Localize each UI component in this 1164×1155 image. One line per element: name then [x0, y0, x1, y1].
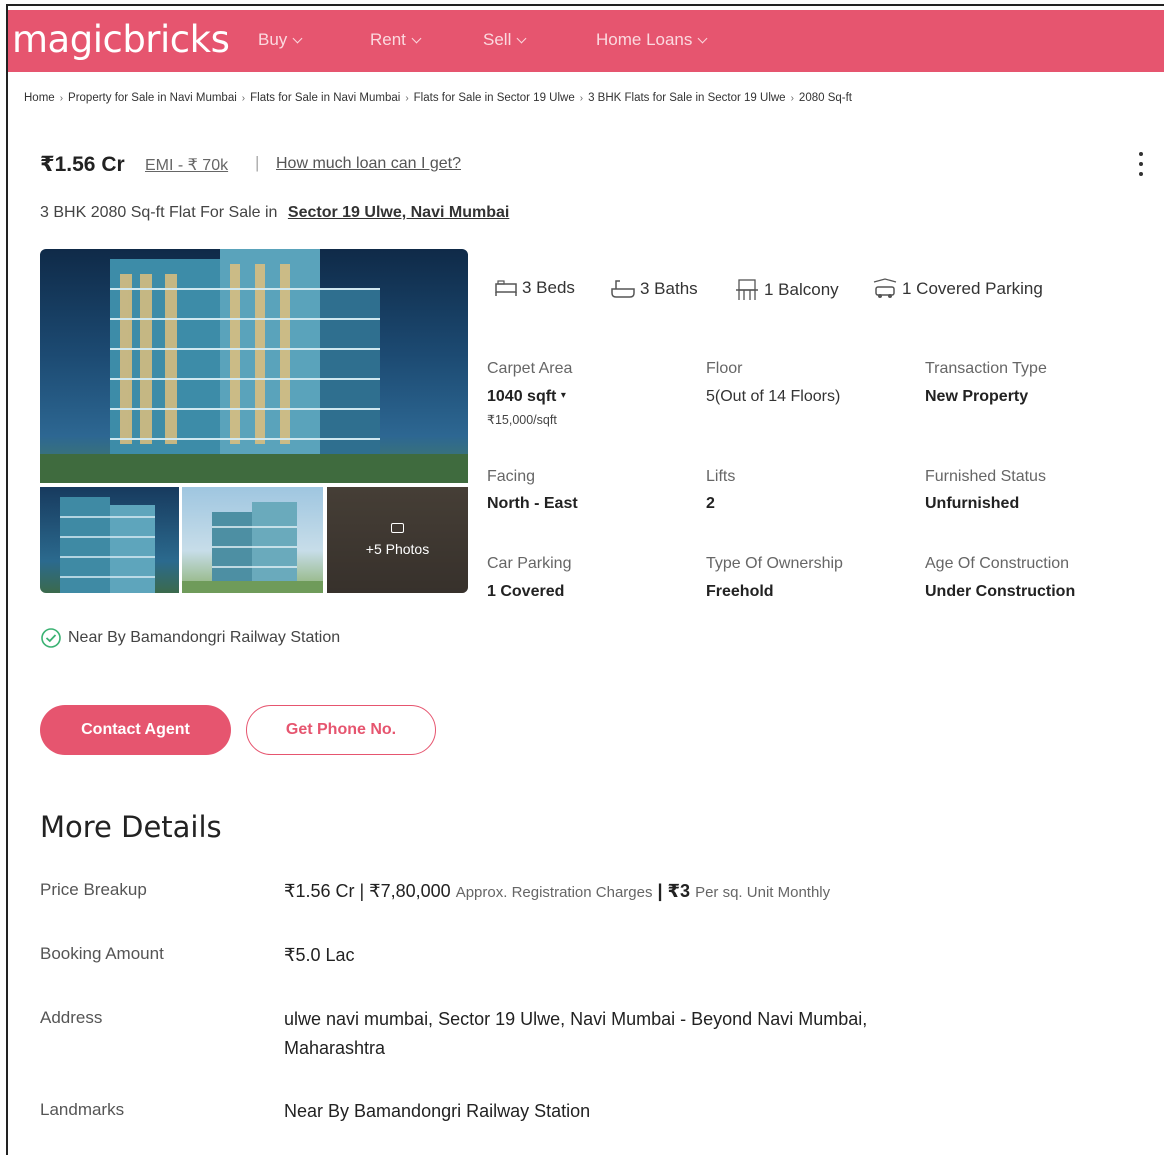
furnished-status-value: Unfurnished	[925, 495, 1020, 512]
more-photos-label: +5 Photos	[365, 541, 430, 557]
nav-sell[interactable]: Sell	[483, 30, 527, 50]
loan-eligibility-link[interactable]: How much loan can I get?	[276, 155, 461, 173]
address-label: Address	[40, 1008, 103, 1027]
maintenance-note: Per sq. Unit Monthly	[695, 884, 831, 901]
breadcrumb-item[interactable]: Flats for Sale in Navi Mumbai	[250, 92, 400, 104]
chevron-down-icon	[516, 33, 527, 43]
address-line-2: Maharashtra	[284, 1038, 386, 1058]
chevron-down-icon	[292, 33, 303, 43]
main-property-photo[interactable]	[40, 249, 468, 483]
age-of-construction-value: Under Construction	[925, 583, 1076, 600]
breadcrumb-item[interactable]: 3 BHK Flats for Sale in Sector 19 Ulwe	[588, 92, 786, 104]
beds-label: 3 Beds	[522, 278, 575, 297]
landmarks-label: Landmarks	[40, 1100, 125, 1119]
gallery-thumbnail[interactable]	[182, 487, 323, 593]
more-options-icon[interactable]	[1136, 152, 1146, 180]
building-illustration-icon	[60, 497, 155, 593]
chevron-down-icon	[411, 33, 422, 43]
amenity-beds: 3 Beds	[494, 278, 575, 298]
ownership-label: Type Of Ownership	[706, 555, 843, 572]
breadcrumb-home[interactable]: Home	[24, 92, 55, 104]
building-illustration-icon	[182, 502, 323, 593]
price-breakup-value: ₹1.56 Cr | ₹7,80,000 Approx. Registratio…	[284, 881, 830, 902]
lifts-label: Lifts	[706, 468, 736, 485]
breadcrumb: Home › Property for Sale in Navi Mumbai …	[24, 92, 852, 104]
nav-rent-label: Rent	[370, 30, 406, 49]
divider: |	[255, 153, 260, 172]
carpet-area-label: Carpet Area	[487, 360, 573, 377]
booking-amount-value: ₹5.0 Lac	[284, 945, 355, 965]
breadcrumb-separator-icon: ›	[405, 92, 409, 104]
listing-title: 3 BHK 2080 Sq-ft Flat For Sale in Sector…	[40, 204, 509, 222]
breadcrumb-item[interactable]: Flats for Sale in Sector 19 Ulwe	[414, 92, 575, 104]
balcony-icon	[736, 279, 758, 300]
amenity-balcony: 1 Balcony	[734, 278, 839, 302]
price-per-sqft: ₹15,000/sqft	[487, 413, 557, 427]
address-line-1: ulwe navi mumbai, Sector 19 Ulwe, Navi M…	[284, 1009, 868, 1029]
amenity-parking: 1 Covered Parking	[872, 278, 1043, 300]
age-of-construction-label: Age Of Construction	[925, 555, 1070, 572]
emi-link[interactable]: EMI - ₹ 70k	[145, 155, 228, 175]
ownership-value: Freehold	[706, 583, 774, 600]
lifts-value: 2	[706, 495, 715, 512]
facing-label: Facing	[487, 468, 536, 485]
bed-icon	[495, 280, 517, 296]
facing-value: North - East	[487, 495, 578, 512]
nav-home-loans[interactable]: Home Loans	[596, 30, 708, 50]
page-frame	[6, 4, 1164, 1155]
furnished-status-label: Furnished Status	[925, 468, 1046, 485]
registration-note: Approx. Registration Charges	[455, 884, 653, 901]
more-details-heading: More Details	[40, 810, 222, 844]
contact-agent-button[interactable]: Contact Agent	[40, 705, 231, 755]
bathtub-icon	[611, 280, 635, 298]
floor-value: 5(Out of 14 Floors)	[706, 388, 841, 405]
breadcrumb-item[interactable]: Property for Sale in Navi Mumbai	[68, 92, 237, 104]
breadcrumb-separator-icon: ›	[59, 92, 64, 104]
site-header: magicbricks Buy Rent Sell Home Loans	[8, 10, 1164, 72]
breadcrumb-separator-icon: ›	[790, 92, 794, 104]
check-circle-icon	[41, 628, 61, 648]
nav-rent[interactable]: Rent	[370, 30, 422, 50]
car-parking-value: 1 Covered	[487, 583, 565, 600]
booking-amount-label: Booking Amount	[40, 944, 164, 963]
transaction-type-label: Transaction Type	[925, 360, 1047, 377]
nearby-highlight: Near By Bamandongri Railway Station	[40, 627, 340, 649]
get-phone-button[interactable]: Get Phone No.	[246, 705, 436, 755]
balcony-label: 1 Balcony	[764, 280, 839, 299]
amenity-baths: 3 Baths	[610, 278, 698, 300]
breadcrumb-current: 2080 Sq-ft	[798, 92, 852, 104]
listing-title-text: 3 BHK 2080 Sq-ft Flat For Sale in	[40, 204, 278, 221]
gallery-more-photos[interactable]: +5 Photos	[327, 487, 468, 593]
nav-buy-label: Buy	[258, 30, 288, 49]
car-parking-icon	[873, 278, 897, 298]
floor-label: Floor	[706, 360, 743, 377]
photo-icon	[391, 523, 404, 533]
baths-label: 3 Baths	[640, 279, 698, 298]
site-logo[interactable]: magicbricks	[12, 18, 230, 61]
price-breakup-amount: ₹1.56 Cr | ₹7,80,000	[284, 881, 451, 901]
chevron-down-icon	[697, 33, 708, 43]
breadcrumb-separator-icon: ›	[579, 92, 584, 104]
transaction-type-value: New Property	[925, 388, 1029, 405]
nav-home-loans-label: Home Loans	[596, 30, 693, 49]
nav-buy[interactable]: Buy	[258, 30, 303, 50]
breadcrumb-separator-icon: ›	[241, 92, 246, 104]
building-illustration-icon	[40, 249, 468, 483]
landmarks-value: Near By Bamandongri Railway Station	[284, 1101, 591, 1121]
caret-down-icon: ▾	[560, 390, 566, 401]
listing-price: ₹1.56 Cr	[40, 153, 125, 176]
price-breakup-label: Price Breakup	[40, 880, 147, 899]
nearby-text: Near By Bamandongri Railway Station	[68, 629, 341, 646]
gallery-thumbnail[interactable]	[40, 487, 179, 593]
carpet-area-value-text: 1040 sqft	[487, 388, 557, 405]
carpet-area-value[interactable]: 1040 sqft ▾	[487, 388, 566, 406]
listing-location-link[interactable]: Sector 19 Ulwe, Navi Mumbai	[288, 204, 509, 221]
nav-sell-label: Sell	[483, 30, 512, 49]
parking-label: 1 Covered Parking	[902, 279, 1043, 298]
maintenance-amount: | ₹3	[657, 881, 691, 901]
car-parking-label: Car Parking	[487, 555, 572, 572]
